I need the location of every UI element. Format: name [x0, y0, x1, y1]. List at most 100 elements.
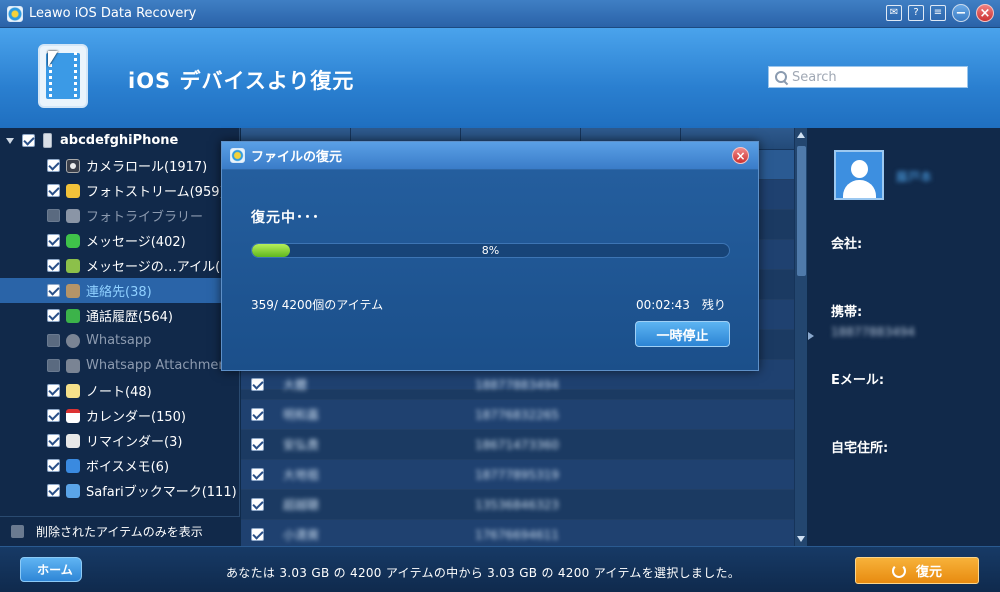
show-deleted-only-option[interactable]: 削除されたアイテムのみを表示	[0, 516, 240, 546]
item-checkbox[interactable]	[47, 184, 60, 197]
pause-button[interactable]: 一時停止	[635, 321, 730, 347]
item-checkbox[interactable]	[47, 284, 60, 297]
item-count: 359/ 4200個のアイテム	[251, 298, 384, 312]
sidebar-item-label: フォトライブラリー	[86, 210, 204, 225]
restore-progress-dialog: ファイルの復元 × 復元中･･･ 8% 359/ 4200個のアイテム 00:0…	[221, 141, 759, 371]
sidebar-item-photo-library: フォトライブラリー	[0, 203, 240, 228]
row-checkbox[interactable]	[251, 378, 264, 391]
search-box[interactable]	[768, 66, 968, 88]
home-address-label: 自宅住所:	[831, 441, 889, 456]
dialog-title-bar: ファイルの復元 ×	[222, 142, 758, 170]
contact-phone: 17676694611	[475, 527, 559, 542]
message-icon	[66, 233, 80, 248]
table-row[interactable]: 明和嘉 18776832265	[241, 400, 794, 430]
search-input[interactable]	[792, 69, 962, 85]
sidebar-item-label: カレンダー(150)	[86, 410, 186, 425]
restore-button-label: 復元	[915, 565, 942, 580]
item-checkbox[interactable]	[47, 234, 60, 247]
sidebar-item-label: リマインダー(3)	[86, 435, 183, 450]
collapse-arrow-icon[interactable]	[808, 332, 814, 340]
contact-phone: 18877883494	[475, 377, 559, 392]
sidebar-item-voice-memos[interactable]: ボイスメモ(6)	[0, 453, 240, 478]
sidebar-item-calendar[interactable]: カレンダー(150)	[0, 403, 240, 428]
dialog-close-button[interactable]: ×	[732, 147, 749, 164]
minimize-button[interactable]: −	[952, 4, 970, 22]
sidebar-item-message-attachments[interactable]: メッセージの…アイル(2)	[0, 253, 240, 278]
item-checkbox[interactable]	[47, 409, 60, 422]
table-scrollbar[interactable]	[794, 128, 807, 546]
sidebar-item-reminders[interactable]: リマインダー(3)	[0, 428, 240, 453]
sidebar-item-contacts[interactable]: 連絡先(38)	[0, 278, 240, 303]
contact-phone: 18671473360	[475, 437, 559, 452]
row-checkbox[interactable]	[251, 498, 264, 511]
sidebar-item-label: Whatsapp Attachment	[86, 358, 232, 373]
safari-icon	[66, 483, 80, 498]
item-checkbox[interactable]	[47, 159, 60, 172]
category-sidebar: abcdefghiPhone カメラロール(1917) フォトストリーム(959…	[0, 128, 240, 546]
email-label: Eメール:	[831, 373, 885, 388]
item-checkbox[interactable]	[47, 384, 60, 397]
sidebar-item-label: メッセージ(402)	[86, 235, 186, 250]
table-row[interactable]: 超越聰 13536846323	[241, 490, 794, 520]
sidebar-item-notes[interactable]: ノート(48)	[0, 378, 240, 403]
row-checkbox[interactable]	[251, 438, 264, 451]
sidebar-item-camera-roll[interactable]: カメラロール(1917)	[0, 153, 240, 178]
item-checkbox[interactable]	[47, 259, 60, 272]
device-label: abcdefghiPhone	[60, 133, 179, 148]
photo-library-icon	[66, 208, 80, 223]
item-checkbox[interactable]	[47, 459, 60, 472]
show-deleted-only-label: 削除されたアイテムのみを表示	[36, 525, 203, 539]
notes-icon	[66, 383, 80, 398]
table-row[interactable]: 大地祖 18777895319	[241, 460, 794, 490]
feedback-icon[interactable]: ✉	[886, 5, 902, 21]
scroll-up-icon[interactable]	[797, 132, 805, 138]
row-checkbox[interactable]	[251, 468, 264, 481]
page-title: iOS デバイスより復元	[128, 69, 355, 93]
sidebar-item-label: ノート(48)	[86, 385, 152, 400]
row-checkbox[interactable]	[251, 408, 264, 421]
sidebar-item-call-log[interactable]: 通話履歴(564)	[0, 303, 240, 328]
home-button[interactable]: ホーム	[20, 557, 82, 582]
menu-icon[interactable]: ≡	[930, 5, 946, 21]
help-icon[interactable]: ?	[908, 5, 924, 21]
app-icon	[7, 5, 23, 22]
contact-phone: 18776832265	[475, 407, 559, 422]
reminder-icon	[66, 433, 80, 448]
sidebar-item-messages[interactable]: メッセージ(402)	[0, 228, 240, 253]
item-checkbox	[47, 209, 60, 222]
close-button[interactable]: ×	[976, 4, 994, 22]
show-deleted-only-checkbox[interactable]	[11, 525, 24, 538]
window-title: Leawo iOS Data Recovery	[29, 6, 197, 21]
contacts-icon	[66, 283, 80, 298]
sidebar-item-label: Whatsapp	[86, 333, 152, 348]
search-icon	[775, 71, 787, 83]
camera-icon	[66, 158, 80, 173]
call-log-icon	[66, 308, 80, 323]
device-node[interactable]: abcdefghiPhone	[0, 128, 240, 153]
table-row[interactable]: 大體 18877883494	[241, 370, 794, 400]
photostream-icon	[66, 183, 80, 198]
sidebar-item-label: ボイスメモ(6)	[86, 460, 170, 475]
sidebar-item-photostream[interactable]: フォトストリーム(959)	[0, 178, 240, 203]
item-checkbox	[47, 359, 60, 372]
restore-icon	[891, 563, 906, 578]
item-checkbox[interactable]	[47, 309, 60, 322]
cursor-icon	[48, 51, 58, 67]
contact-name: 安弘貴	[283, 438, 320, 452]
item-checkbox[interactable]	[47, 484, 60, 497]
expand-arrow-icon[interactable]	[6, 137, 14, 144]
company-label: 会社:	[831, 237, 863, 252]
restoring-heading: 復元中･･･	[251, 210, 320, 226]
row-checkbox[interactable]	[251, 528, 264, 541]
item-checkbox[interactable]	[47, 434, 60, 447]
scroll-down-icon[interactable]	[797, 536, 805, 542]
device-checkbox[interactable]	[22, 134, 35, 147]
scroll-thumb[interactable]	[797, 146, 806, 276]
progress-percent: 8%	[481, 244, 500, 257]
contact-detail-panel: 藤戸本 会社: 携帯: 18877883494 Eメール: 自宅住所:	[808, 128, 1000, 546]
table-row[interactable]: 安弘貴 18671473360	[241, 430, 794, 460]
restore-button[interactable]: 復元	[855, 557, 979, 584]
contact-name-detail: 藤戸本	[896, 170, 933, 184]
contact-name: 小清資	[283, 528, 320, 542]
sidebar-item-safari-bookmarks[interactable]: Safariブックマーク(111)	[0, 478, 240, 503]
